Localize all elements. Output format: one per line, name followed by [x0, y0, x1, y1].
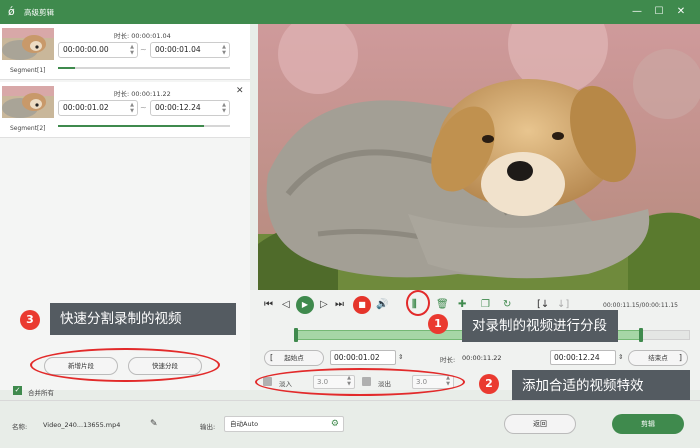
clip-end-time-input[interactable]: 00:00:12.24	[550, 350, 616, 365]
bottom-bar: 名称: Video_240...13655.mp4 ✎ 输出: 自动Auto ⚙ …	[0, 400, 700, 448]
time-display: 00:00:11.15/00:00:11.15	[603, 302, 678, 309]
segment-item[interactable]: Segment[2] 时长: 00:00:11.22 00:00:01.02 ▲ ▼…	[0, 82, 250, 138]
segment-duration: 时长: 00:00:11.22	[114, 90, 171, 98]
highlight-split	[406, 290, 430, 316]
segment-duration: 时长: 00:00:01.04	[114, 32, 171, 40]
segment-name: Segment[1]	[10, 67, 46, 74]
highlight-effects	[255, 368, 465, 396]
annotation-callout: 对录制的视频进行分段	[462, 310, 618, 342]
output-label: 输出:	[200, 423, 216, 431]
merge-all-checkbox[interactable]: ✓	[13, 386, 22, 395]
segment-progress	[58, 67, 230, 69]
segment-thumbnail	[2, 86, 54, 118]
annotation-callout: 快速分割录制的视频	[50, 303, 236, 335]
output-select[interactable]: 自动Auto ⚙	[224, 416, 344, 432]
segment-end-time-input[interactable]: 00:00:01.04 ▲ ▼	[150, 42, 230, 58]
file-name-label: 名称:	[12, 423, 28, 431]
edit-name-icon[interactable]: ✎	[150, 419, 158, 429]
annotation-callout: 添加合适的视频特效	[512, 370, 690, 402]
annotation-badge: 3	[20, 310, 40, 330]
segment-delete-icon[interactable]: ✕	[236, 86, 244, 96]
window-title: 高级剪辑	[24, 8, 54, 17]
back-button[interactable]: 返回	[504, 414, 576, 434]
segment-name: Segment[2]	[10, 125, 46, 132]
highlight-buttons	[30, 348, 220, 382]
volume-icon[interactable]: 🔊	[376, 299, 388, 311]
delete-icon[interactable]: 🗑	[436, 299, 449, 311]
segment-item[interactable]: Segment[1] 时长: 00:00:01.04 00:00:00.00 ▲ ▼…	[0, 24, 250, 80]
segment-thumbnail	[2, 28, 54, 60]
spin-control-icon[interactable]: ⇕	[618, 353, 623, 361]
play-icon[interactable]: ▶	[296, 296, 314, 314]
clip-duration-value: 00:00:11.22	[462, 354, 502, 362]
segment-start-time-input[interactable]: 00:00:01.02 ▲ ▼	[58, 100, 138, 116]
segment-panel: Segment[1] 时长: 00:00:01.04 00:00:00.00 ▲ ▼…	[0, 24, 250, 390]
settings-gear-icon[interactable]: ⚙	[331, 417, 339, 431]
edit-button[interactable]: 剪辑	[612, 414, 684, 434]
close-button[interactable]: ✕	[674, 5, 688, 19]
file-name-value: Video_240...13655.mp4	[43, 421, 121, 429]
go-to-start-icon[interactable]: ⏮	[264, 299, 273, 311]
range-separator: ~	[140, 103, 147, 112]
app-logo-icon: ǿ	[8, 5, 15, 18]
video-preview[interactable]	[258, 24, 700, 290]
set-end-point-button[interactable]: 结束点]	[628, 350, 688, 366]
maximize-button[interactable]: ☐	[652, 5, 666, 19]
timeline-start-handle[interactable]	[294, 328, 298, 342]
clip-duration-label: 时长:	[440, 356, 456, 364]
merge-all-label: 合并所有	[28, 389, 54, 397]
spin-control-icon[interactable]: ⇕	[398, 353, 403, 361]
clip-start-time-input[interactable]: 00:00:01.02	[330, 350, 396, 365]
timeline-end-handle[interactable]	[639, 328, 643, 342]
annotation-badge: 1	[428, 314, 448, 334]
segment-end-time-input[interactable]: 00:00:12.24 ▲ ▼	[150, 100, 230, 116]
stop-icon[interactable]: ■	[353, 296, 371, 314]
minimize-button[interactable]: —	[630, 5, 644, 19]
step-forward-icon[interactable]: ▷	[320, 299, 328, 311]
step-back-icon[interactable]: ◁	[282, 299, 290, 311]
segment-start-time-input[interactable]: 00:00:00.00 ▲ ▼	[58, 42, 138, 58]
go-to-end-icon[interactable]: ⏭	[335, 299, 344, 311]
annotation-badge: 2	[479, 374, 499, 394]
segment-progress	[58, 125, 230, 127]
range-separator: ~	[140, 45, 147, 54]
set-start-point-button[interactable]: [起始点	[264, 350, 324, 366]
title-bar: ǿ 高级剪辑 — ☐ ✕	[0, 0, 700, 24]
